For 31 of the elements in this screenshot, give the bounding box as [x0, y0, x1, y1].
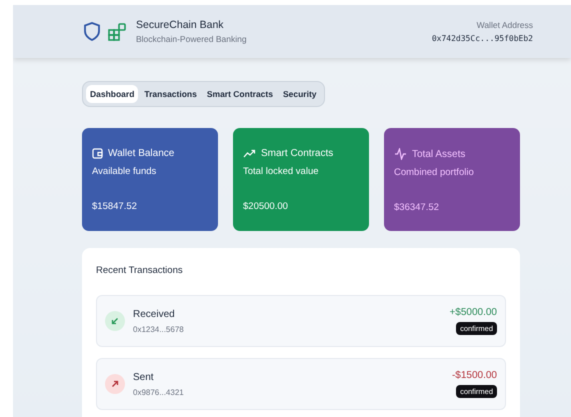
wallet-address: 0x742d35Cc...95f0bEb2: [432, 34, 533, 43]
card-title: Total Assets: [412, 148, 466, 160]
card-title: Smart Contracts: [261, 148, 334, 159]
card-amount: $36347.52: [394, 202, 440, 213]
wallet-label: Wallet Address: [476, 20, 533, 30]
arrow-up-right-icon: [105, 374, 125, 394]
card-subtitle: Total locked value: [243, 166, 320, 177]
transaction-amount: -$1500.00: [452, 370, 497, 381]
blocks-icon: [108, 22, 126, 40]
bank-subtitle: Blockchain-Powered Banking: [136, 34, 247, 44]
tab[interactable]: Transactions: [140, 85, 201, 103]
bank-title: SecureChain Bank: [136, 19, 225, 31]
card-subtitle: Combined portfolio: [394, 167, 475, 178]
card-amount: $15847.52: [92, 201, 138, 212]
arrow-down-left-icon: [105, 311, 125, 331]
tab[interactable]: Dashboard: [86, 85, 138, 103]
card-amount: $20500.00: [243, 201, 289, 212]
pulse-icon: [394, 148, 407, 160]
transaction-address: 0x9876...4321: [133, 388, 185, 396]
shield-icon: [84, 22, 100, 41]
wallet-icon: [92, 148, 103, 159]
trend-icon: [243, 149, 256, 158]
tab[interactable]: Security: [278, 85, 321, 103]
panel-title: Recent Transactions: [96, 265, 184, 276]
card-subtitle: Available funds: [92, 166, 158, 177]
transaction-type: Received: [133, 308, 176, 320]
transaction-amount: +$5000.00: [449, 307, 497, 318]
transaction-address: 0x1234...5678: [133, 324, 185, 334]
tab[interactable]: Smart Contracts: [202, 85, 277, 103]
transaction-type: Sent: [133, 372, 155, 382]
card-title: Wallet Balance: [108, 148, 174, 159]
